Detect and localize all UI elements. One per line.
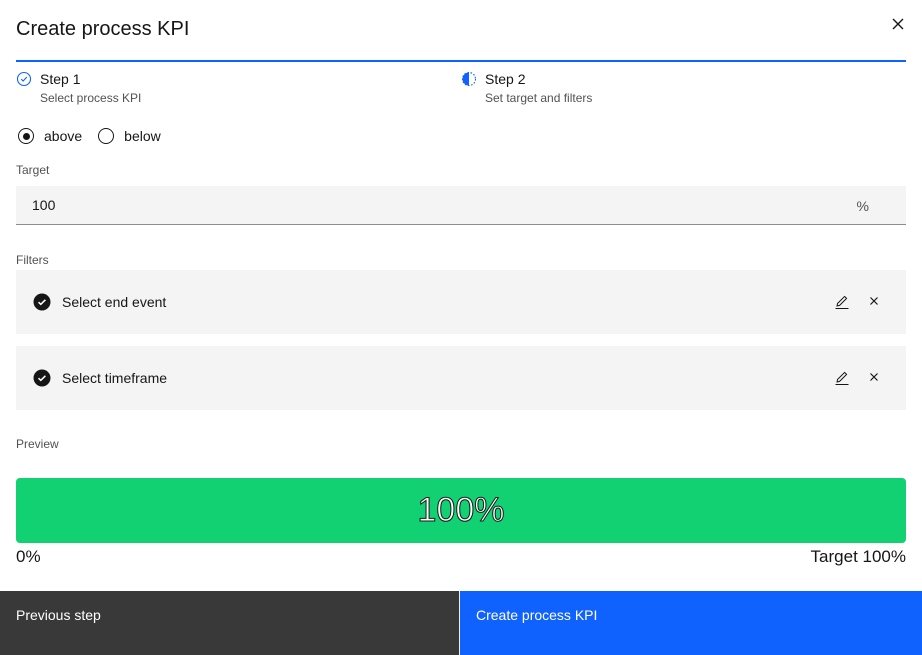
previous-step-button[interactable]: Previous step <box>0 591 460 655</box>
remove-filter-icon[interactable] <box>868 370 880 384</box>
create-process-kpi-button[interactable]: Create process KPI <box>460 591 922 655</box>
progress-step-1[interactable]: Step 1 Select process KPI <box>16 60 461 105</box>
filter-label: Select end event <box>62 294 167 310</box>
incomplete-icon <box>461 71 477 87</box>
radio-below-label: below <box>124 128 161 144</box>
preview-label: Preview <box>16 437 59 451</box>
edit-icon[interactable] <box>834 294 850 310</box>
filter-item[interactable]: Select timeframe <box>16 346 906 410</box>
progress-step-2[interactable]: Step 2 Set target and filters <box>461 60 906 105</box>
target-label: Target <box>16 163 50 177</box>
filter-label: Select timeframe <box>62 370 168 386</box>
target-value: 100 <box>32 197 56 213</box>
edit-icon[interactable] <box>834 370 850 386</box>
modal-title: Create process KPI <box>16 18 190 40</box>
close-icon <box>892 18 904 30</box>
direction-radio-group: above below <box>16 128 175 144</box>
modal-footer: Previous step Create process KPI <box>0 591 922 655</box>
checkmark-outline-icon <box>16 71 32 87</box>
radio-button-checked[interactable] <box>18 128 34 144</box>
checkmark-filled-icon <box>33 369 51 387</box>
checkmark-filled-icon <box>33 293 51 311</box>
step-2-label: Step 2 <box>485 71 526 87</box>
preview-min-label: 0% <box>16 547 41 566</box>
step-1-sublabel: Select process KPI <box>40 91 142 105</box>
remove-filter-icon[interactable] <box>868 294 880 308</box>
radio-above-label: above <box>44 128 83 144</box>
preview-value: 100% <box>417 491 505 530</box>
close-button[interactable] <box>888 14 908 34</box>
step-2-sublabel: Set target and filters <box>485 91 593 105</box>
radio-below[interactable]: below <box>96 128 161 144</box>
step-1-label: Step 1 <box>40 71 81 87</box>
radio-above[interactable]: above <box>16 128 82 144</box>
target-unit: % <box>856 198 869 214</box>
radio-button-unchecked[interactable] <box>98 128 115 144</box>
preview-target-label: Target 100% <box>810 547 906 566</box>
filter-item[interactable]: Select end event <box>16 270 906 334</box>
filters-label: Filters <box>16 253 49 267</box>
target-input[interactable]: 100 % <box>16 186 906 225</box>
preview-progress-bar: 100% <box>16 478 906 543</box>
